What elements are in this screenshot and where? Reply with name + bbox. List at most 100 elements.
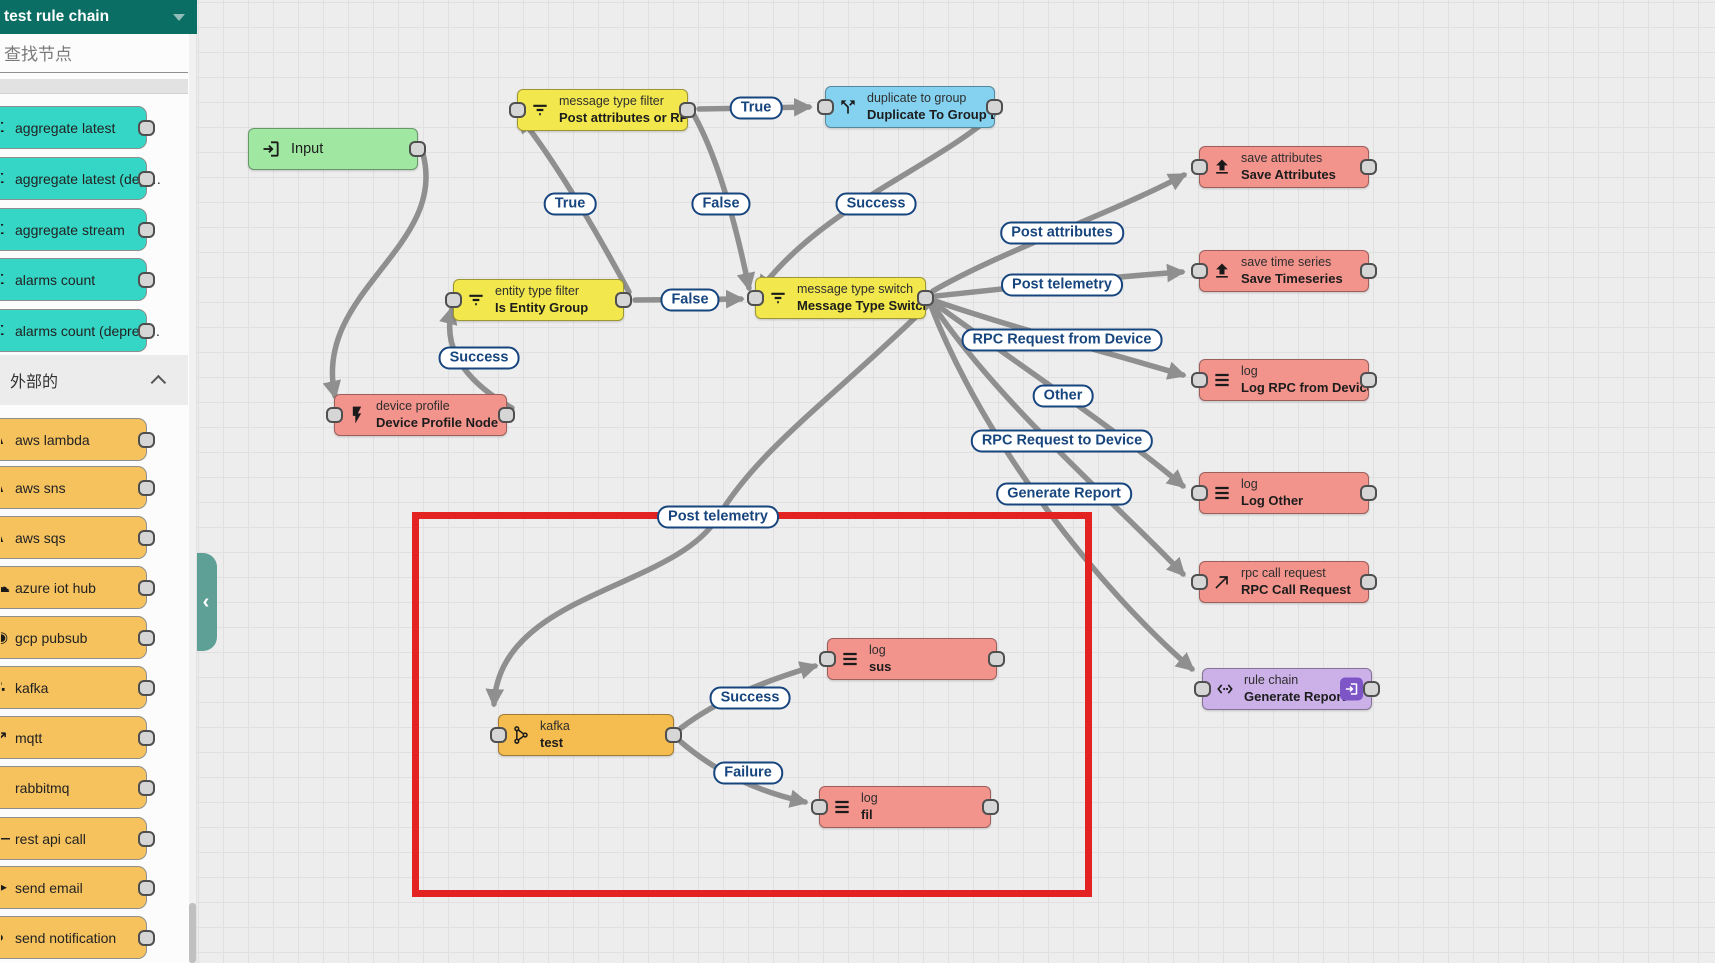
library-item-aggregate-latest-deprecated[interactable]: Σ aggregate latest (dep…: [0, 157, 147, 200]
output-connector[interactable]: [1360, 263, 1377, 279]
node-log-fil[interactable]: log fil: [819, 786, 991, 828]
output-connector[interactable]: [138, 222, 155, 238]
library-item-alarms-count[interactable]: Σ alarms count: [0, 258, 147, 301]
edge-label-rpc-request-from-device[interactable]: RPC Request from Device: [962, 329, 1163, 352]
library-item-send-email[interactable]: ► send email: [0, 866, 147, 909]
library-item-aws-lambda[interactable]: λ aws lambda: [0, 418, 147, 461]
input-connector[interactable]: [1191, 485, 1208, 501]
input-connector[interactable]: [509, 102, 526, 118]
output-connector[interactable]: [986, 99, 1003, 115]
output-connector[interactable]: [138, 930, 155, 946]
edge-label-true[interactable]: True: [544, 193, 597, 216]
output-connector[interactable]: [615, 292, 632, 308]
input-connector[interactable]: [819, 651, 836, 667]
node-duplicate-to-group[interactable]: duplicate to group Duplicate To Group En…: [825, 86, 995, 128]
output-connector[interactable]: [138, 780, 155, 796]
output-connector[interactable]: [138, 680, 155, 696]
node-log-rpc-from-device[interactable]: log Log RPC from Device: [1199, 359, 1369, 401]
output-connector[interactable]: [138, 432, 155, 448]
sidebar-scrollbar[interactable]: [189, 34, 196, 963]
output-connector[interactable]: [138, 880, 155, 896]
edge-label-post-telemetry[interactable]: Post telemetry: [1001, 274, 1123, 297]
node-entity-type-filter[interactable]: entity type filter Is Entity Group: [453, 279, 624, 321]
output-connector[interactable]: [1360, 574, 1377, 590]
edge-label-false[interactable]: False: [691, 193, 750, 216]
collapse-panel-tab[interactable]: ‹: [195, 553, 217, 651]
output-connector[interactable]: [498, 407, 515, 423]
rule-chain-menu[interactable]: test rule chain: [0, 0, 197, 34]
library-item-aggregate-stream[interactable]: Σ aggregate stream: [0, 208, 147, 251]
output-connector[interactable]: [982, 799, 999, 815]
output-connector[interactable]: [138, 323, 155, 339]
edge-label-false[interactable]: False: [660, 289, 719, 312]
node-input[interactable]: Input: [248, 128, 418, 170]
library-item-rabbitmq[interactable]: ▪ rabbitmq: [0, 766, 147, 809]
menu-icon: [832, 797, 852, 817]
edge-label-post-telemetry[interactable]: Post telemetry: [657, 506, 779, 529]
output-connector[interactable]: [988, 651, 1005, 667]
input-connector[interactable]: [1191, 574, 1208, 590]
section-header-external[interactable]: 外部的: [0, 355, 188, 405]
edge-label-failure[interactable]: Failure: [713, 762, 783, 785]
input-connector[interactable]: [1191, 159, 1208, 175]
library-item-send-notification[interactable]: ● send notification: [0, 916, 147, 959]
node-message-type-filter[interactable]: message type filter Post attributes or R…: [517, 89, 688, 131]
edge-label-success[interactable]: Success: [439, 347, 520, 370]
node-rule-chain-generate-report[interactable]: rule chain Generate Report: [1202, 668, 1372, 710]
input-connector[interactable]: [811, 799, 828, 815]
output-connector[interactable]: [138, 480, 155, 496]
node-device-profile[interactable]: device profile Device Profile Node: [334, 394, 507, 436]
input-connector[interactable]: [747, 290, 764, 306]
output-connector[interactable]: [1360, 485, 1377, 501]
scrollbar-thumb[interactable]: [189, 903, 196, 963]
edge-label-other[interactable]: Other: [1033, 385, 1094, 408]
output-connector[interactable]: [138, 120, 155, 136]
search-input[interactable]: [2, 44, 176, 66]
output-connector[interactable]: [138, 630, 155, 646]
output-connector[interactable]: [1363, 681, 1380, 697]
library-item-aggregate-latest[interactable]: Σ aggregate latest: [0, 106, 147, 149]
library-item-aws-sqs[interactable]: λ aws sqs: [0, 516, 147, 559]
library-item-mqtt[interactable]: ↗ mqtt: [0, 716, 147, 759]
node-save-attributes[interactable]: save attributes Save Attributes: [1199, 146, 1369, 188]
node-rpc-call-request[interactable]: rpc call request RPC Call Request: [1199, 561, 1369, 603]
output-connector[interactable]: [138, 272, 155, 288]
input-connector[interactable]: [1191, 263, 1208, 279]
edge-label-success[interactable]: Success: [710, 687, 791, 710]
output-connector[interactable]: [665, 727, 682, 743]
input-connector[interactable]: [490, 727, 507, 743]
output-connector[interactable]: [138, 530, 155, 546]
open-rule-chain-button[interactable]: [1340, 678, 1363, 701]
input-connector[interactable]: [445, 292, 462, 308]
output-connector[interactable]: [138, 730, 155, 746]
input-connector[interactable]: [817, 99, 834, 115]
node-name: sus: [869, 659, 891, 675]
node-log-sus[interactable]: log sus: [827, 638, 997, 680]
input-connector[interactable]: [326, 407, 343, 423]
output-connector[interactable]: [917, 290, 934, 306]
node-kafka-test[interactable]: kafka test: [498, 714, 674, 756]
edge-label-generate-report[interactable]: Generate Report: [996, 483, 1132, 506]
node-message-type-switch[interactable]: message type switch Message Type Switch: [755, 277, 926, 319]
library-item-kafka[interactable]: ∴ kafka: [0, 666, 147, 709]
output-connector[interactable]: [138, 831, 155, 847]
output-connector[interactable]: [138, 580, 155, 596]
output-connector[interactable]: [1360, 372, 1377, 388]
edge-label-rpc-request-to-device[interactable]: RPC Request to Device: [971, 430, 1153, 453]
output-connector[interactable]: [409, 141, 426, 157]
library-item-azure-iot-hub[interactable]: ☁ azure iot hub: [0, 566, 147, 609]
library-item-rest-api-call[interactable]: — rest api call: [0, 817, 147, 860]
library-item-gcp-pubsub[interactable]: ◉ gcp pubsub: [0, 616, 147, 659]
edge-label-true[interactable]: True: [730, 97, 783, 120]
edge-label-success[interactable]: Success: [836, 193, 917, 216]
node-log-other[interactable]: log Log Other: [1199, 472, 1369, 514]
input-connector[interactable]: [1191, 372, 1208, 388]
edge-label-post-attributes[interactable]: Post attributes: [1000, 222, 1124, 245]
library-item-alarms-count-deprecated[interactable]: Σ alarms count (deprec…: [0, 309, 147, 352]
output-connector[interactable]: [679, 102, 696, 118]
input-connector[interactable]: [1194, 681, 1211, 697]
library-item-aws-sns[interactable]: λ aws sns: [0, 466, 147, 509]
output-connector[interactable]: [1360, 159, 1377, 175]
node-save-time-series[interactable]: save time series Save Timeseries: [1199, 250, 1369, 292]
output-connector[interactable]: [138, 171, 155, 187]
